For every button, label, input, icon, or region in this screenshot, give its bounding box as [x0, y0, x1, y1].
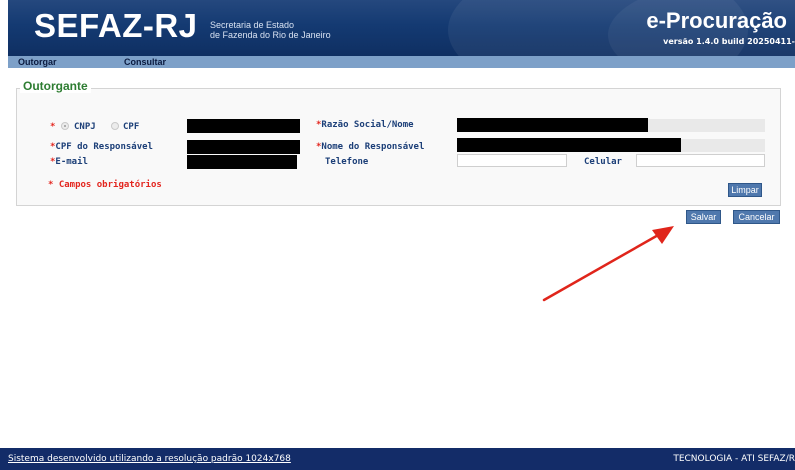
required-fields-note: * Campos obrigatórios: [48, 180, 162, 190]
radio-cnpj-label: CNPJ: [74, 122, 96, 132]
cpf-responsavel-label-text: CPF do Responsável: [55, 142, 153, 152]
app-header: SEFAZ-RJ Secretaria de Estado de Fazenda…: [8, 0, 795, 56]
email-label-text: E-mail: [55, 157, 88, 167]
nome-responsavel-label: *Nome do Responsável: [316, 142, 424, 152]
celular-input[interactable]: [636, 154, 765, 167]
email-label: *E-mail: [50, 157, 88, 167]
razao-social-field-redacted[interactable]: [457, 118, 648, 132]
salvar-button[interactable]: Salvar: [686, 210, 721, 224]
app-title: e-Procuração: [646, 8, 787, 33]
cpf-responsavel-field-redacted[interactable]: [187, 140, 300, 154]
brand-logo: SEFAZ-RJ: [34, 7, 198, 44]
cancelar-button[interactable]: Cancelar: [733, 210, 780, 224]
footer-credit: TECNOLOGIA - ATI SEFAZ/R: [673, 454, 795, 464]
razao-social-field-bg: [648, 119, 765, 132]
telefone-input[interactable]: [457, 154, 567, 167]
nav-item-outorgar[interactable]: Outorgar: [18, 56, 57, 68]
nome-responsavel-field-redacted[interactable]: [457, 138, 681, 152]
email-field-redacted[interactable]: [187, 155, 297, 169]
radio-cpf-label: CPF: [123, 122, 140, 132]
razao-social-label: *Razão Social/Nome: [316, 120, 414, 130]
razao-social-label-text: Razão Social/Nome: [321, 120, 414, 130]
celular-label: Celular: [584, 157, 622, 167]
required-asterisk: *: [50, 122, 56, 132]
limpar-button[interactable]: Limpar: [728, 183, 762, 197]
radio-cpf[interactable]: [111, 122, 119, 130]
footer-bar: Sistema desenvolvido utilizando a resolu…: [0, 448, 795, 470]
radio-cnpj[interactable]: [61, 122, 69, 130]
nome-responsavel-label-text: Nome do Responsável: [321, 142, 425, 152]
brand-subtitle-line2: de Fazenda do Rio de Janeiro: [210, 30, 331, 40]
nome-responsavel-field-bg: [681, 139, 765, 152]
app-version: versão 1.4.0 build 20250411-: [663, 37, 795, 46]
main-nav: Outorgar Consultar: [8, 56, 795, 68]
resolution-note-link[interactable]: Sistema desenvolvido utilizando a resolu…: [8, 454, 291, 464]
document-number-field-redacted[interactable]: [187, 119, 300, 133]
nav-item-consultar[interactable]: Consultar: [124, 56, 166, 68]
panel-legend: Outorgante: [20, 79, 91, 93]
red-arrow-annotation-icon: [542, 226, 674, 302]
telefone-label: Telefone: [325, 157, 369, 167]
cpf-responsavel-label: *CPF do Responsável: [50, 142, 153, 152]
brand-subtitle-line1: Secretaria de Estado: [210, 20, 295, 30]
brand-subtitle: Secretaria de Estado de Fazenda do Rio d…: [210, 20, 331, 40]
